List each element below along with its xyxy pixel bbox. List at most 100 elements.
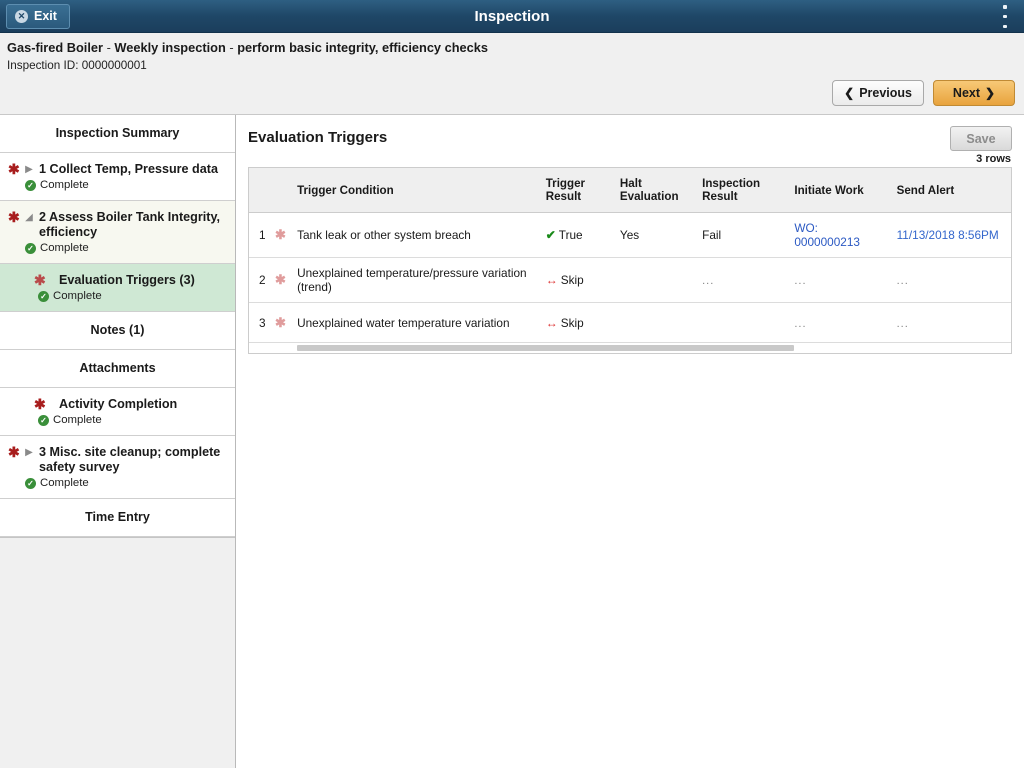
required-asterisk-icon: ✱ [34, 396, 46, 412]
cell-trigger-result: ✔ True [539, 212, 614, 258]
inspection-sidebar: Inspection Summary ✱ ▶ 1 Collect Temp, P… [0, 115, 236, 768]
inspection-id: Inspection ID: 0000000001 [7, 59, 147, 72]
col-header-number [249, 168, 270, 213]
cell-trigger-condition: Unexplained temperature/pressure variati… [291, 257, 540, 303]
col-header-send-alert[interactable]: Send Alert [890, 168, 1011, 213]
required-asterisk-icon: ✱ [8, 161, 20, 177]
col-header-trigger-condition[interactable]: Trigger Condition [291, 168, 540, 213]
chevron-right-icon: ❯ [985, 86, 996, 100]
col-header-trigger-result[interactable]: Trigger Result [539, 168, 614, 213]
row-number: 3 [249, 302, 270, 343]
col-header-required [269, 168, 292, 213]
check-icon: ✔ [545, 228, 556, 242]
cell-inspection-result [696, 302, 789, 343]
sidebar-item-label: Notes (1) [90, 323, 145, 337]
sidebar-item-notes[interactable]: Notes (1) [0, 312, 235, 350]
expand-triangle-icon[interactable]: ▶ [23, 162, 35, 177]
sidebar-item-assess-boiler-tank[interactable]: ✱ ◢ 2 Assess Boiler Tank Integrity, effi… [0, 201, 235, 264]
send-alert-link[interactable]: 11/13/2018 8:56PM [897, 228, 999, 242]
cell-initiate-work: ... [794, 275, 807, 287]
cell-inspection-result: Fail [696, 212, 789, 258]
page-title: Inspection [474, 7, 550, 25]
sidebar-filler [0, 537, 235, 768]
previous-button[interactable]: ❮ Previous [832, 80, 924, 106]
sidebar-item-misc-site-cleanup[interactable]: ✱ ▶ 3 Misc. site cleanup; complete safet… [0, 436, 235, 499]
cell-trigger-result: ↔ Skip [539, 257, 614, 303]
body-split: Inspection Summary ✱ ▶ 1 Collect Temp, P… [0, 115, 1024, 768]
row-number: 2 [249, 257, 270, 303]
sidebar-item-evaluation-triggers[interactable]: ✱ Evaluation Triggers (3) ✓ Complete [0, 264, 235, 312]
required-asterisk-icon: ✱ [8, 444, 20, 460]
header-sep-2: - [225, 40, 238, 55]
table-row[interactable]: 1 ✱ Tank leak or other system breach ✔ Tr… [249, 212, 1011, 258]
complete-check-icon: ✓ [25, 179, 36, 191]
trigger-result-label: Skip [560, 273, 584, 287]
scrollbar-thumb[interactable] [297, 345, 794, 351]
required-asterisk-icon: ✱ [275, 314, 286, 330]
close-circle-icon: ✕ [15, 9, 28, 23]
cell-halt-evaluation [613, 302, 697, 343]
sidebar-item-status: ✓ Complete [8, 290, 227, 302]
sidebar-item-status-label: Complete [40, 242, 89, 254]
previous-button-label: Previous [859, 86, 912, 100]
sidebar-item-label: Attachments [79, 361, 156, 375]
header-activity: Weekly inspection [114, 40, 226, 55]
sidebar-item-collect-temp-pressure[interactable]: ✱ ▶ 1 Collect Temp, Pressure data ✓ Comp… [0, 153, 235, 201]
trigger-result-label: Skip [560, 315, 584, 330]
kebab-menu-icon[interactable] [998, 5, 1012, 28]
skip-arrow-icon: ↔ [545, 273, 558, 287]
sidebar-item-status-label: Complete [53, 414, 102, 426]
evaluation-triggers-table: Trigger Condition Trigger Result Halt Ev… [249, 168, 1011, 343]
sidebar-item-label: Evaluation Triggers (3) [59, 273, 195, 287]
page-header: Gas-fired Boiler - Weekly inspection - p… [0, 33, 1024, 115]
complete-check-icon: ✓ [25, 477, 36, 489]
cell-send-alert: ... [896, 275, 909, 287]
table-horizontal-scrollbar[interactable] [248, 343, 1012, 354]
complete-check-icon: ✓ [25, 242, 36, 254]
header-breadcrumb: Gas-fired Boiler - Weekly inspection - p… [7, 40, 1024, 55]
header-asset: Gas-fired Boiler [7, 40, 104, 55]
cell-halt-evaluation: Yes [613, 212, 697, 258]
sidebar-item-attachments[interactable]: Attachments [0, 350, 235, 388]
required-asterisk-icon: ✱ [34, 272, 46, 288]
nav-buttons: ❮ Previous Next ❯ [832, 80, 1015, 106]
sidebar-item-activity-completion[interactable]: ✱ Activity Completion ✓ Complete [0, 388, 235, 436]
evaluation-triggers-table-wrap: Trigger Condition Trigger Result Halt Ev… [248, 167, 1012, 343]
exit-button[interactable]: ✕ Exit [6, 3, 70, 29]
required-asterisk-icon: ✱ [275, 272, 286, 287]
sidebar-item-time-entry[interactable]: Time Entry [0, 499, 235, 537]
cell-initiate-work: ... [794, 317, 807, 330]
sidebar-item-status: ✓ Complete [8, 179, 227, 191]
sidebar-item-label: Inspection Summary [55, 126, 180, 140]
sidebar-item-label: Time Entry [85, 510, 150, 524]
next-button[interactable]: Next ❯ [933, 80, 1015, 106]
required-asterisk-icon: ✱ [8, 209, 20, 225]
table-body: 1 ✱ Tank leak or other system breach ✔ Tr… [249, 212, 1011, 343]
col-header-inspection-result[interactable]: Inspection Result [696, 168, 789, 213]
next-button-label: Next [952, 86, 981, 100]
expand-triangle-icon[interactable]: ▶ [23, 445, 35, 460]
cell-halt-evaluation [613, 257, 697, 303]
sidebar-item-status-label: Complete [40, 477, 89, 489]
collapse-triangle-icon[interactable]: ◢ [23, 210, 35, 225]
col-header-halt-evaluation[interactable]: Halt Evaluation [613, 168, 697, 213]
sidebar-item-status: ✓ Complete [8, 242, 227, 254]
main-header: Evaluation Triggers Save 3 rows [248, 126, 1012, 167]
sidebar-item-status: ✓ Complete [8, 477, 227, 489]
header-description: perform basic integrity, efficiency chec… [237, 40, 489, 55]
save-button[interactable]: Save [950, 126, 1012, 151]
main-content: Evaluation Triggers Save 3 rows Trigger … [236, 115, 1024, 768]
cell-trigger-condition: Unexplained water temperature variation [291, 302, 540, 343]
save-area: Save 3 rows [950, 126, 1012, 165]
row-number: 1 [249, 212, 270, 258]
col-header-initiate-work[interactable]: Initiate Work [788, 168, 891, 213]
sidebar-item-inspection-summary[interactable]: Inspection Summary [0, 115, 235, 153]
table-row[interactable]: 3 ✱ Unexplained water temperature variat… [249, 302, 1011, 343]
sidebar-item-status-label: Complete [53, 290, 102, 302]
trigger-result-label: True [558, 228, 583, 242]
section-title: Evaluation Triggers [248, 129, 388, 146]
work-order-link[interactable]: WO: 0000000213 [794, 221, 860, 249]
cell-trigger-result: ↔ Skip [539, 302, 614, 343]
sidebar-item-label: 2 Assess Boiler Tank Integrity, efficien… [39, 210, 221, 239]
table-row[interactable]: 2 ✱ Unexplained temperature/pressure var… [249, 257, 1011, 303]
